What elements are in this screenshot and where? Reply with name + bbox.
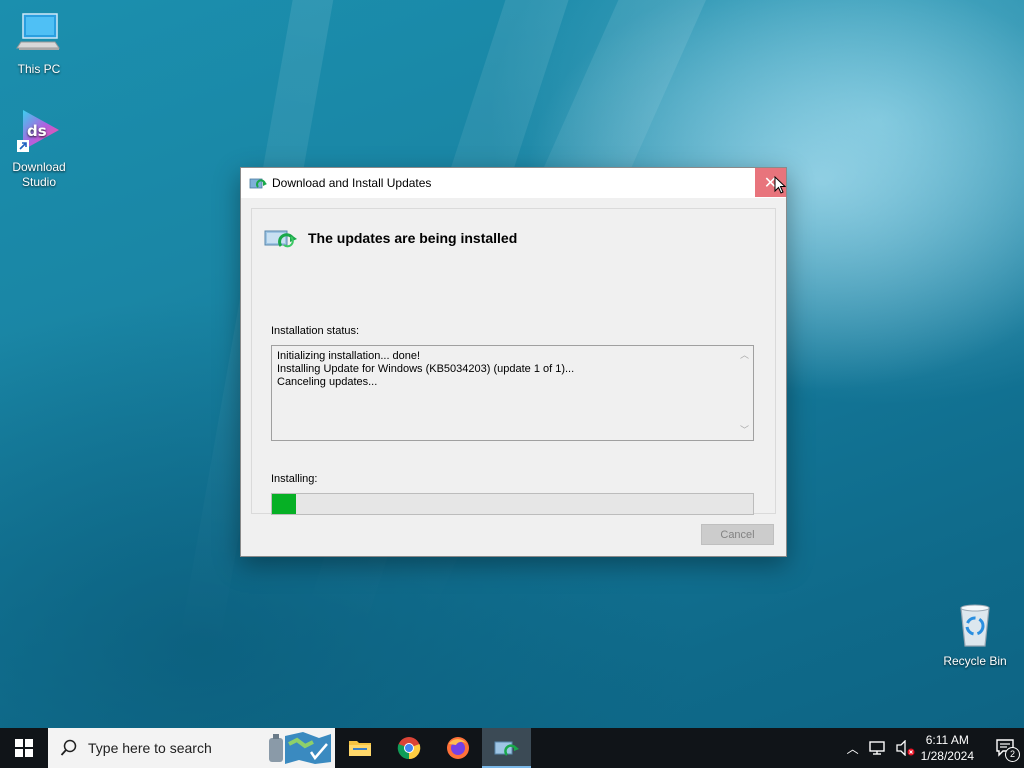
recycle-bin-icon [951,602,999,650]
dialog-heading: The updates are being installed [308,230,518,246]
log-line: Canceling updates... [277,376,378,388]
taskbar: Type here to search ︿ 6:11 AM 1/28/2024 … [0,728,1024,768]
desktop-icon-download-studio[interactable]: ds Download Studio [1,108,77,190]
installation-status-label: Installation status: [271,325,360,337]
taskbar-file-explorer[interactable] [335,728,384,768]
installing-label: Installing: [271,473,318,485]
scroll-up-icon[interactable]: ︿ [740,349,749,362]
installation-progress-bar [271,493,754,515]
log-line: Initializing installation... done! [277,350,421,362]
folder-icon [348,741,371,756]
dialog-titlebar[interactable]: Download and Install Updates ✕ [241,168,787,198]
search-placeholder: Type here to search [88,740,212,756]
start-button[interactable] [0,728,48,768]
taskbar-clock[interactable]: 6:11 AM 1/28/2024 [921,732,974,764]
desktop-icon-label: Recycle Bin [943,654,1007,668]
installation-log[interactable]: Initializing installation... done! Insta… [271,345,754,441]
log-scrollbar[interactable]: ︿ ﹀ [737,346,753,440]
desktop-icon-recycle-bin[interactable]: Recycle Bin [937,602,1013,669]
windows-update-icon [249,178,267,189]
search-icon [60,739,77,756]
svg-text:ds: ds [27,122,47,140]
firefox-icon [446,737,469,759]
log-line: Installing Update for Windows (KB5034203… [277,363,575,375]
close-button[interactable]: ✕ [755,168,787,197]
taskbar-firefox[interactable] [433,728,482,768]
cancel-button[interactable]: Cancel [701,524,774,545]
updates-installing-icon [264,230,297,248]
monitor-icon [15,10,63,58]
taskbar-windows-update[interactable] [482,728,531,768]
scroll-down-icon[interactable]: ﹀ [740,424,749,437]
show-hidden-icons-chevron-icon[interactable]: ︿ [847,740,859,757]
desktop-icon-label: Download Studio [12,160,66,189]
mouse-cursor-icon [774,176,787,194]
clock-date: 1/28/2024 [920,749,974,763]
action-center-button[interactable]: 2 [988,728,1024,768]
system-tray: ︿ 6:11 AM 1/28/2024 2 [847,728,1024,768]
heading-row: The updates are being installed [264,225,517,251]
notification-count-badge: 2 [1005,747,1020,762]
windows-logo-icon [15,739,33,757]
dialog-content-panel: The updates are being installed Installa… [251,208,776,515]
update-dialog: Download and Install Updates ✕ The updat… [240,167,787,557]
search-highlight-icon [269,732,331,764]
dialog-title: Download and Install Updates [272,176,432,190]
volume-muted-icon[interactable] [895,740,915,756]
desktop-icon-this-pc[interactable]: This PC [1,10,77,77]
taskbar-chrome[interactable] [384,728,433,768]
clock-time: 6:11 AM [925,733,969,747]
desktop-icon-label: This PC [17,62,61,76]
chrome-icon [397,737,420,760]
network-icon[interactable] [868,740,887,756]
windows-update-icon [494,741,519,756]
progress-fill [272,494,297,514]
taskbar-search-box[interactable]: Type here to search [48,728,335,768]
download-studio-icon: ds [15,108,63,156]
